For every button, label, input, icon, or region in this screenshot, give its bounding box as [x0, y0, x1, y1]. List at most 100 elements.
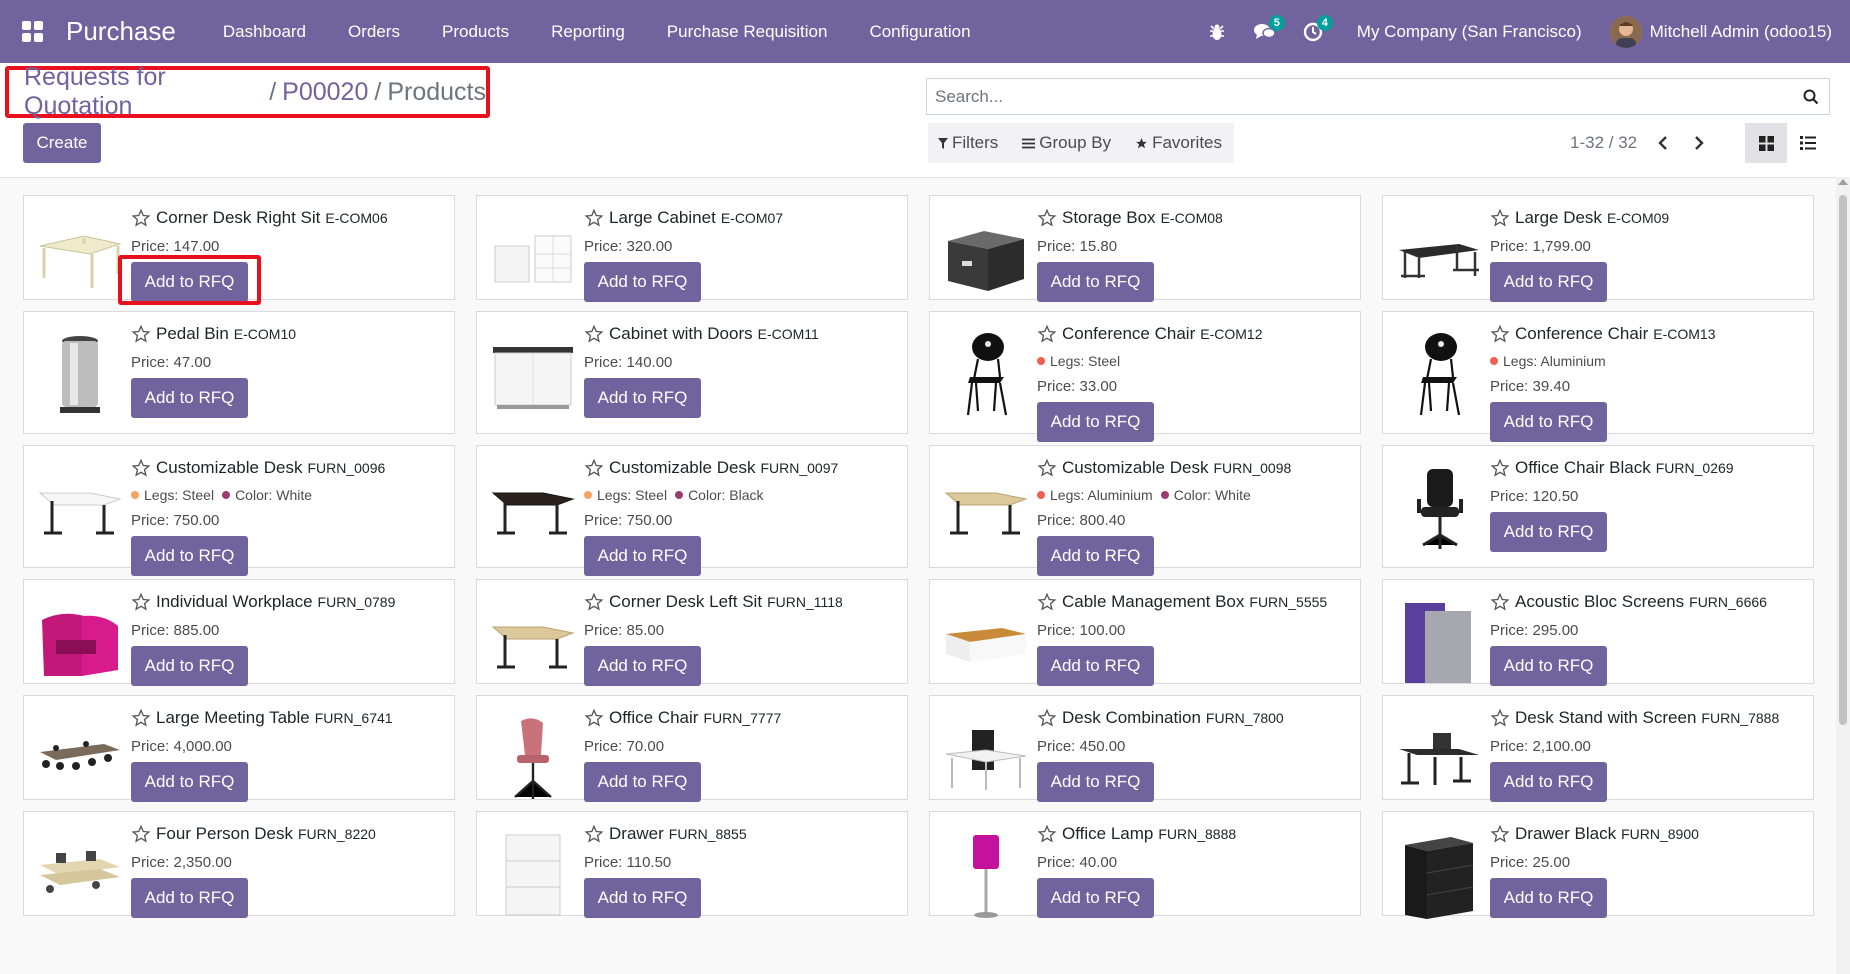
- add-to-rfq-button[interactable]: Add to RFQ: [131, 762, 248, 802]
- add-to-rfq-button[interactable]: Add to RFQ: [1490, 262, 1607, 302]
- product-card[interactable]: Customizable Desk FURN_0097 Legs: Steel Col…: [476, 445, 908, 576]
- favorite-star-icon[interactable]: [1037, 324, 1057, 344]
- favorite-star-icon[interactable]: [1490, 458, 1510, 478]
- product-card[interactable]: Drawer Black FURN_8900 Price: 25.00 Add to …: [1382, 811, 1814, 919]
- scrollbar[interactable]: [1836, 177, 1850, 974]
- search-input[interactable]: [927, 79, 1793, 114]
- add-to-rfq-button[interactable]: Add to RFQ: [584, 762, 701, 802]
- favorite-star-icon[interactable]: [584, 824, 604, 844]
- favorite-star-icon[interactable]: [1037, 708, 1057, 728]
- product-card[interactable]: Office Lamp FURN_8888 Price: 40.00 Add to R…: [929, 811, 1361, 918]
- add-to-rfq-button[interactable]: Add to RFQ: [1037, 646, 1154, 686]
- product-card[interactable]: Large Desk E-COM09 Price: 1,799.00 Add to R…: [1382, 195, 1814, 302]
- product-card[interactable]: Corner Desk Left Sit FURN_1118 Price: 85.0…: [476, 579, 908, 686]
- add-to-rfq-button[interactable]: Add to RFQ: [131, 262, 248, 302]
- add-to-rfq-button[interactable]: Add to RFQ: [1490, 878, 1607, 918]
- add-to-rfq-button[interactable]: Add to RFQ: [1037, 762, 1154, 802]
- scroll-thumb[interactable]: [1839, 195, 1847, 725]
- pager-previous-icon[interactable]: [1645, 123, 1681, 163]
- pager-value[interactable]: 1-32 / 32: [1570, 133, 1637, 153]
- product-card[interactable]: Four Person Desk FURN_8220 Price: 2,350.00…: [23, 811, 455, 918]
- favorite-star-icon[interactable]: [131, 208, 151, 228]
- scroll-up-icon[interactable]: [1838, 179, 1848, 185]
- add-to-rfq-button[interactable]: Add to RFQ: [131, 646, 248, 686]
- activities-clock-icon[interactable]: 4: [1289, 0, 1337, 63]
- favorite-star-icon[interactable]: [131, 824, 151, 844]
- product-card[interactable]: Office Chair FURN_7777 Price: 70.00 Add to …: [476, 695, 908, 802]
- menu-configuration[interactable]: Configuration: [848, 0, 991, 63]
- add-to-rfq-button[interactable]: Add to RFQ: [131, 536, 248, 576]
- messages-icon[interactable]: 5: [1241, 0, 1289, 63]
- add-to-rfq-button[interactable]: Add to RFQ: [131, 878, 248, 918]
- product-card[interactable]: Large Cabinet E-COM07 Price: 320.00 Add to …: [476, 195, 908, 302]
- group-by-button[interactable]: Group By: [1022, 133, 1111, 153]
- product-card[interactable]: Customizable Desk FURN_0096 Legs: Steel Col…: [23, 445, 455, 576]
- favorite-star-icon[interactable]: [1037, 824, 1057, 844]
- breadcrumb-rfq-link[interactable]: Requests for Quotation: [24, 63, 263, 121]
- menu-products[interactable]: Products: [421, 0, 530, 63]
- product-card[interactable]: Cabinet with Doors E-COM11 Price: 140.00 Ad…: [476, 311, 908, 434]
- menu-dashboard[interactable]: Dashboard: [202, 0, 327, 63]
- product-card[interactable]: Cable Management Box FURN_5555 Price: 100.…: [929, 579, 1361, 686]
- add-to-rfq-button[interactable]: Add to RFQ: [131, 378, 248, 418]
- menu-reporting[interactable]: Reporting: [530, 0, 646, 63]
- apps-menu-icon[interactable]: [22, 20, 44, 43]
- add-to-rfq-button[interactable]: Add to RFQ: [1037, 262, 1154, 302]
- menu-orders[interactable]: Orders: [327, 0, 421, 63]
- add-to-rfq-button[interactable]: Add to RFQ: [584, 262, 701, 302]
- filters-button[interactable]: Filters: [938, 133, 998, 153]
- breadcrumb-order-link[interactable]: P00020: [282, 78, 368, 107]
- add-to-rfq-button[interactable]: Add to RFQ: [1037, 878, 1154, 918]
- debug-bug-icon[interactable]: [1193, 0, 1241, 63]
- favorite-star-icon[interactable]: [584, 708, 604, 728]
- pager-next-icon[interactable]: [1681, 123, 1717, 163]
- app-name[interactable]: Purchase: [66, 16, 176, 47]
- favorite-star-icon[interactable]: [131, 324, 151, 344]
- company-switcher[interactable]: My Company (San Francisco): [1337, 22, 1610, 42]
- add-to-rfq-button[interactable]: Add to RFQ: [1037, 536, 1154, 576]
- add-to-rfq-button[interactable]: Add to RFQ: [1037, 402, 1154, 442]
- product-card[interactable]: Conference Chair E-COM12 Legs: Steel Price:…: [929, 311, 1361, 442]
- favorite-star-icon[interactable]: [1490, 592, 1510, 612]
- add-to-rfq-button[interactable]: Add to RFQ: [584, 646, 701, 686]
- add-to-rfq-button[interactable]: Add to RFQ: [1490, 402, 1607, 442]
- menu-purchase-requisition[interactable]: Purchase Requisition: [646, 0, 849, 63]
- product-card[interactable]: Desk Combination FURN_7800 Price: 450.00 Ad…: [929, 695, 1361, 802]
- product-card[interactable]: Individual Workplace FURN_0789 Price: 885.…: [23, 579, 455, 686]
- favorites-button[interactable]: Favorites: [1135, 133, 1222, 153]
- add-to-rfq-button[interactable]: Add to RFQ: [1490, 512, 1607, 552]
- product-card[interactable]: Storage Box E-COM08 Price: 15.80 Add to RFQ: [929, 195, 1361, 302]
- user-menu[interactable]: Mitchell Admin (odoo15): [1609, 15, 1838, 48]
- favorite-star-icon[interactable]: [584, 324, 604, 344]
- product-card[interactable]: Acoustic Bloc Screens FURN_6666 Price: 295…: [1382, 579, 1814, 686]
- favorite-star-icon[interactable]: [1490, 208, 1510, 228]
- favorite-star-icon[interactable]: [1490, 324, 1510, 344]
- favorite-star-icon[interactable]: [131, 458, 151, 478]
- favorite-star-icon[interactable]: [584, 458, 604, 478]
- search-icon[interactable]: [1793, 79, 1829, 114]
- favorite-star-icon[interactable]: [1037, 458, 1057, 478]
- add-to-rfq-button[interactable]: Add to RFQ: [1490, 762, 1607, 802]
- product-card[interactable]: Conference Chair E-COM13 Legs: Aluminium Pr…: [1382, 311, 1814, 442]
- add-to-rfq-button[interactable]: Add to RFQ: [1490, 646, 1607, 686]
- favorite-star-icon[interactable]: [584, 592, 604, 612]
- favorite-star-icon[interactable]: [1037, 592, 1057, 612]
- add-to-rfq-button[interactable]: Add to RFQ: [584, 878, 701, 918]
- product-card[interactable]: Corner Desk Right Sit E-COM06 Price: 147.0…: [23, 195, 455, 305]
- product-card[interactable]: Pedal Bin E-COM10 Price: 47.00 Add to RFQ: [23, 311, 455, 434]
- product-card[interactable]: Drawer FURN_8855 Price: 110.50 Add to RFQ: [476, 811, 908, 918]
- product-card[interactable]: Office Chair Black FURN_0269 Price: 120.50…: [1382, 445, 1814, 568]
- list-view-icon[interactable]: [1787, 123, 1829, 163]
- favorite-star-icon[interactable]: [131, 708, 151, 728]
- product-card[interactable]: Large Meeting Table FURN_6741 Price: 4,000…: [23, 695, 455, 802]
- favorite-star-icon[interactable]: [584, 208, 604, 228]
- product-card[interactable]: Customizable Desk FURN_0098 Legs: Aluminiu…: [929, 445, 1361, 576]
- add-to-rfq-button[interactable]: Add to RFQ: [584, 536, 701, 576]
- product-card[interactable]: Desk Stand with Screen FURN_7888 Price: 2,…: [1382, 695, 1814, 802]
- add-to-rfq-button[interactable]: Add to RFQ: [584, 378, 701, 418]
- favorite-star-icon[interactable]: [1037, 208, 1057, 228]
- favorite-star-icon[interactable]: [1490, 708, 1510, 728]
- favorite-star-icon[interactable]: [131, 592, 151, 612]
- favorite-star-icon[interactable]: [1490, 824, 1510, 844]
- create-button[interactable]: Create: [23, 123, 101, 163]
